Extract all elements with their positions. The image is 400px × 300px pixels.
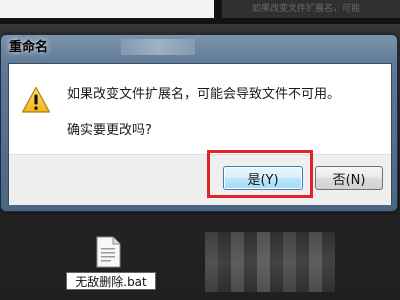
dialog-title: 重命名 xyxy=(9,40,49,55)
dialog-client-area: 如果改变文件扩展名，可能会导致文件不可用。 确实要更改吗? 是(Y) 否(N) xyxy=(8,63,392,205)
warning-message: 如果改变文件扩展名，可能会导致文件不可用。 xyxy=(67,87,341,102)
background-window-strip: 如果改变文件扩展名，可能 xyxy=(0,0,400,24)
titlebar-blur xyxy=(121,39,195,55)
no-button[interactable]: 否(N) xyxy=(315,166,383,190)
dialog-titlebar[interactable]: 重命名 xyxy=(1,35,397,61)
background-window-pane xyxy=(0,0,214,18)
dialog-button-bar: 是(Y) 否(N) xyxy=(9,154,391,205)
mosaic-blur xyxy=(205,232,335,292)
document-icon[interactable] xyxy=(95,236,121,268)
yes-button[interactable]: 是(Y) xyxy=(223,166,303,190)
warning-icon xyxy=(21,86,51,113)
background-window-text: 如果改变文件扩展名，可能 xyxy=(252,4,361,14)
rename-dialog: 重命名 如果改变文件扩展名，可能会导致文件不可用。 确实要更改吗? 是(Y) 否… xyxy=(0,34,398,212)
file-name-label[interactable]: 无敌删除.bat xyxy=(66,272,156,290)
confirm-question: 确实要更改吗? xyxy=(67,123,152,138)
